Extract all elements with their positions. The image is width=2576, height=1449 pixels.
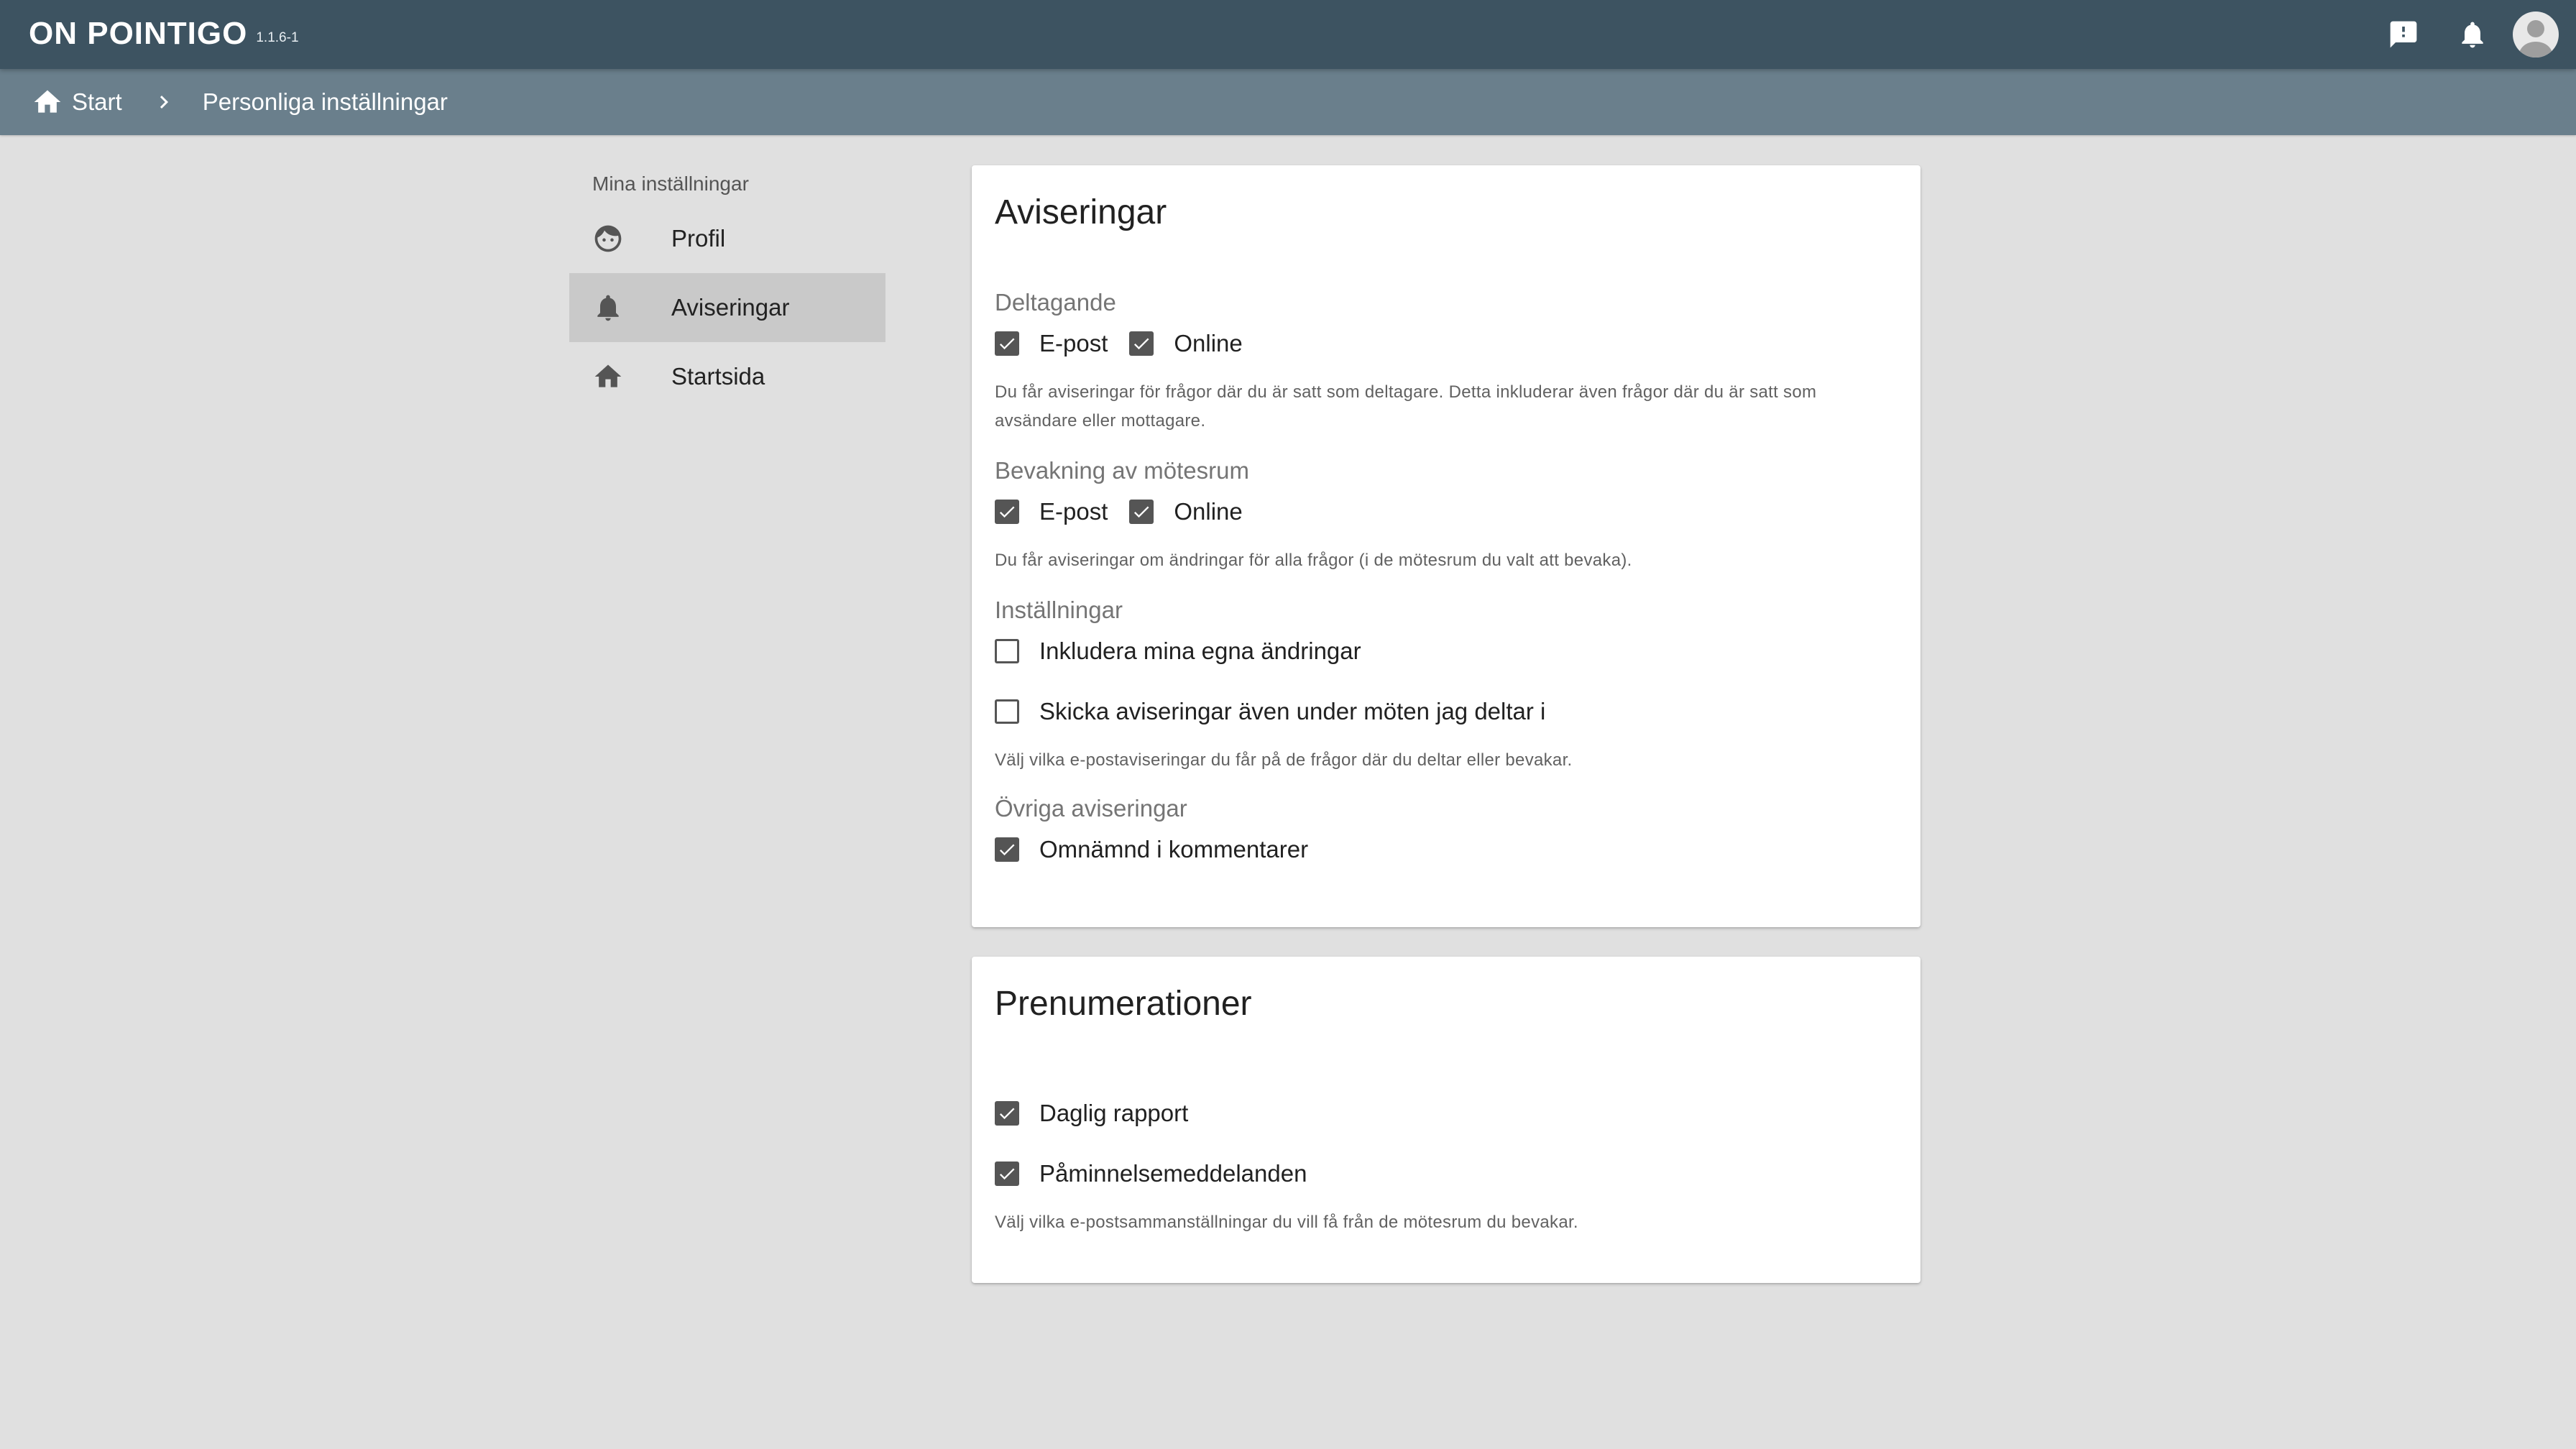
section-label-room-watch: Bevakning av mötesrum	[995, 457, 1249, 484]
checkbox-checked-icon	[995, 1101, 1019, 1126]
app-version: 1.1.6-1	[256, 30, 299, 45]
settings-menu: Mina inställningar Profil Aviseringar St…	[569, 164, 886, 411]
topbar-actions	[2369, 0, 2576, 69]
section-label-participation: Deltagande	[995, 289, 1116, 316]
include-own-changes-checkbox[interactable]: Inkludera mina egna ändringar	[995, 638, 1361, 665]
breadcrumb-home[interactable]: Start	[32, 86, 122, 118]
settings-menu-title: Mina inställningar	[592, 172, 749, 195]
breadcrumb: Start Personliga inställningar	[0, 69, 2576, 135]
card-title: Prenumerationer	[995, 985, 1252, 1023]
checkbox-checked-icon	[995, 331, 1019, 356]
bell-icon	[592, 292, 624, 323]
notifications-card: Aviseringar Deltagande E-post Online Du …	[972, 165, 1920, 927]
subscriptions-card: Prenumerationer Daglig rapport Påminnels…	[972, 957, 1920, 1283]
room-watch-options: E-post Online	[995, 496, 1264, 528]
settings-hint: Välj vilka e-postaviseringar du får på d…	[995, 750, 1573, 770]
chevron-right-icon	[151, 89, 177, 115]
checkbox-label: Online	[1174, 498, 1243, 525]
sidebar-item-startsida[interactable]: Startsida	[569, 342, 886, 411]
participation-email-checkbox[interactable]: E-post	[995, 330, 1108, 357]
notify-during-meetings-checkbox[interactable]: Skicka aviseringar även under möten jag …	[995, 698, 1545, 725]
checkbox-checked-icon	[1129, 331, 1154, 356]
room-watch-online-checkbox[interactable]: Online	[1129, 498, 1243, 525]
feedback-icon[interactable]	[2369, 0, 2438, 69]
checkbox-label: Online	[1174, 330, 1243, 356]
checkbox-checked-icon	[1129, 500, 1154, 524]
sidebar-item-profil[interactable]: Profil	[569, 204, 886, 273]
participation-hint: Du får aviseringar för frågor där du är …	[995, 382, 1817, 431]
checkbox-label: Inkludera mina egna ändringar	[1039, 638, 1361, 664]
sidebar-item-aviseringar[interactable]: Aviseringar	[569, 273, 886, 342]
section-label-settings: Inställningar	[995, 597, 1123, 623]
checkbox-label: Skicka aviseringar även under möten jag …	[1039, 698, 1546, 724]
subscriptions-hint: Välj vilka e-postsammanställningar du vi…	[995, 1213, 1578, 1232]
checkbox-label: E-post	[1039, 498, 1108, 525]
logo-text: ON POINTIGO	[29, 16, 248, 51]
room-watch-hint: Du får aviseringar om ändringar för alla…	[995, 551, 1632, 570]
checkbox-label: Daglig rapport	[1039, 1100, 1189, 1126]
daily-report-checkbox[interactable]: Daglig rapport	[995, 1100, 1188, 1127]
checkbox-checked-icon	[995, 1162, 1019, 1186]
sidebar-item-label: Aviseringar	[671, 294, 790, 321]
reminders-row: Påminnelsemeddelanden	[995, 1158, 1328, 1190]
account-avatar-icon[interactable]	[2513, 12, 2559, 58]
checkbox-checked-icon	[995, 500, 1019, 524]
reminders-checkbox[interactable]: Påminnelsemeddelanden	[995, 1160, 1307, 1187]
home-icon	[34, 90, 61, 113]
app-logo[interactable]: ON POINTIGO 1.1.6-1	[29, 16, 299, 52]
checkbox-checked-icon	[995, 837, 1019, 862]
checkbox-unchecked-icon	[995, 639, 1019, 663]
face-icon	[592, 223, 624, 254]
participation-online-checkbox[interactable]: Online	[1129, 330, 1243, 357]
breadcrumb-home-label: Start	[72, 88, 122, 115]
breadcrumb-current: Personliga inställningar	[202, 88, 448, 115]
checkbox-label: E-post	[1039, 330, 1108, 356]
section-label-other: Övriga aviseringar	[995, 795, 1187, 822]
mentioned-row: Omnämnd i kommentarer	[995, 834, 1330, 865]
checkbox-label: Påminnelsemeddelanden	[1039, 1160, 1307, 1187]
participation-options: E-post Online	[995, 328, 1264, 359]
include-own-changes-row: Inkludera mina egna ändringar	[995, 635, 1383, 667]
home-icon	[592, 361, 624, 392]
checkbox-label: Omnämnd i kommentarer	[1039, 836, 1309, 862]
mentioned-in-comments-checkbox[interactable]: Omnämnd i kommentarer	[995, 836, 1308, 863]
card-title: Aviseringar	[995, 193, 1167, 231]
sidebar-item-label: Startsida	[671, 363, 765, 390]
room-watch-email-checkbox[interactable]: E-post	[995, 498, 1108, 525]
checkbox-unchecked-icon	[995, 699, 1019, 724]
during-meetings-row: Skicka aviseringar även under möten jag …	[995, 696, 1567, 727]
bell-icon[interactable]	[2438, 0, 2507, 69]
daily-report-row: Daglig rapport	[995, 1098, 1210, 1129]
sidebar-item-label: Profil	[671, 225, 726, 252]
app-bar: ON POINTIGO 1.1.6-1	[0, 0, 2576, 69]
